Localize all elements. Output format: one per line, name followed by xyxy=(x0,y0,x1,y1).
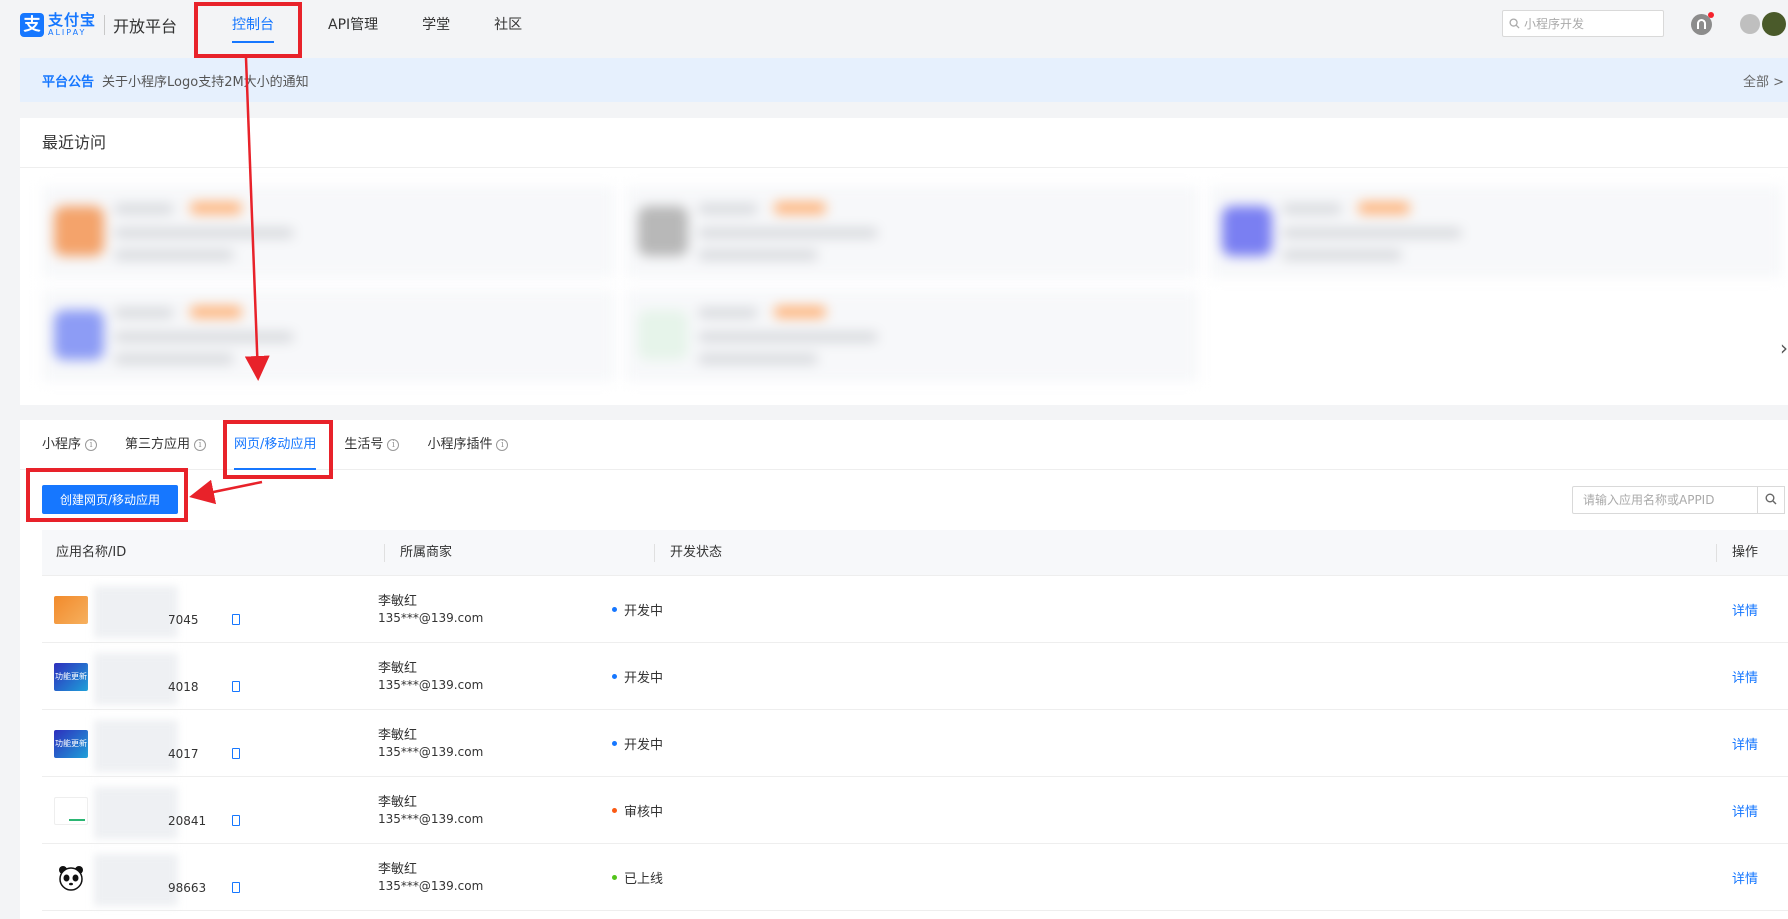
table-row: 7045 李敏红 135***@139.com 开发中 详情 xyxy=(42,576,1788,643)
recent-card[interactable] xyxy=(626,186,1198,278)
bell-icon[interactable] xyxy=(1691,12,1714,35)
annotation-box-console xyxy=(194,2,302,58)
status-badge: 审核中 xyxy=(612,801,663,820)
copy-icon[interactable] xyxy=(232,748,240,759)
nav-item-api[interactable]: API管理 xyxy=(306,0,400,50)
logo-divider xyxy=(104,15,106,35)
info-icon[interactable]: i xyxy=(85,439,98,451)
col-merchant: 所属商家 xyxy=(400,545,453,560)
detail-link[interactable]: 详情 xyxy=(1732,734,1758,753)
app-thumbnail xyxy=(54,797,88,825)
app-thumbnail xyxy=(54,596,88,624)
app-name-blurred xyxy=(94,787,178,839)
user-avatar[interactable] xyxy=(1762,12,1786,36)
recent-card[interactable] xyxy=(626,290,1198,382)
annotation-box-web-tab xyxy=(223,420,333,479)
merchant-email: 135***@139.com xyxy=(378,611,484,625)
status-badge: 开发中 xyxy=(612,600,663,619)
recent-card[interactable] xyxy=(42,290,614,382)
copy-icon[interactable] xyxy=(232,614,240,625)
info-icon[interactable]: i xyxy=(496,439,509,451)
account-switch-icon[interactable] xyxy=(1740,14,1760,34)
table-row: 功能更新 4018 李敏红 135***@139.com 开发中 详情 xyxy=(42,643,1788,710)
app-search-button[interactable] xyxy=(1757,486,1785,514)
recent-card[interactable] xyxy=(1210,186,1782,278)
detail-link[interactable]: 详情 xyxy=(1732,600,1758,619)
table-row: 98663 李敏红 135***@139.com 已上线 详情 xyxy=(42,844,1788,911)
info-icon[interactable]: i xyxy=(194,439,207,451)
app-id: 4018 xyxy=(168,680,199,694)
search-icon xyxy=(1765,493,1777,504)
platform-name: 开放平台 xyxy=(113,17,178,36)
annotation-box-create-button xyxy=(26,468,188,522)
recent-card[interactable] xyxy=(42,186,614,278)
logo-english-text: ALIPAY xyxy=(48,28,87,37)
status-badge: 开发中 xyxy=(612,734,663,753)
app-search-input[interactable] xyxy=(1572,486,1758,514)
merchant-name: 李敏红 xyxy=(378,594,418,609)
global-search[interactable] xyxy=(1502,10,1664,37)
col-status: 开发状态 xyxy=(670,545,723,560)
recent-visits: 最近访问 › xyxy=(20,118,1788,405)
notice-label: 平台公告 xyxy=(42,74,95,90)
app-thumbnail: 功能更新 xyxy=(54,730,88,758)
nav-item-community[interactable]: 社区 xyxy=(472,0,544,50)
app-name-blurred xyxy=(94,720,178,772)
nav-item-academy[interactable]: 学堂 xyxy=(400,0,472,50)
merchant-name: 李敏红 xyxy=(378,795,418,810)
merchant-name: 李敏红 xyxy=(378,862,418,877)
copy-icon[interactable] xyxy=(232,815,240,826)
table-row: 功能更新 4017 李敏红 135***@139.com 开发中 详情 xyxy=(42,710,1788,777)
chevron-right-icon[interactable]: › xyxy=(1780,336,1788,360)
app-list-panel: 小程序 i 第三方应用 i 网页/移动应用 生活号 i 小程序插件 i 创建网页/移动应… xyxy=(20,420,1788,919)
alipay-logo[interactable]: 支 支付宝 ALIPAY 开放平台 xyxy=(20,13,177,37)
logo-chinese-text: 支付宝 xyxy=(48,11,97,29)
table-header: 应用名称/ID 所属商家 开发状态 操作 xyxy=(42,530,1788,576)
tab-miniprogram-plugin[interactable]: 小程序插件 i xyxy=(427,420,509,470)
merchant-email: 135***@139.com xyxy=(378,678,484,692)
app-id: 4017 xyxy=(168,747,199,761)
detail-link[interactable]: 详情 xyxy=(1732,801,1758,820)
app-id: 98663 xyxy=(168,881,207,895)
status-badge: 已上线 xyxy=(612,868,663,887)
panda-icon xyxy=(54,864,88,892)
app-name-blurred xyxy=(94,586,178,638)
merchant-name: 李敏红 xyxy=(378,728,418,743)
app-name-blurred xyxy=(94,854,178,906)
status-badge: 开发中 xyxy=(612,667,663,686)
copy-icon[interactable] xyxy=(232,681,240,692)
tab-third-party-app[interactable]: 第三方应用 i xyxy=(125,420,207,470)
platform-notice: 平台公告 关于小程序Logo支持2M大小的通知 全部 > xyxy=(20,58,1788,102)
app-name-blurred xyxy=(94,653,178,705)
alipay-logo-icon: 支 xyxy=(20,13,44,37)
global-search-input[interactable] xyxy=(1524,16,1654,31)
merchant-email: 135***@139.com xyxy=(378,812,484,826)
app-id: 20841 xyxy=(168,814,207,828)
recent-title: 最近访问 xyxy=(20,118,1788,168)
merchant-name: 李敏红 xyxy=(378,661,418,676)
notification-dot xyxy=(1708,12,1714,18)
copy-icon[interactable] xyxy=(232,882,240,893)
col-app-name: 应用名称/ID xyxy=(56,545,127,560)
merchant-email: 135***@139.com xyxy=(378,879,484,893)
notice-all-link[interactable]: 全部 > xyxy=(1743,71,1784,90)
tab-miniprogram[interactable]: 小程序 i xyxy=(42,420,98,470)
app-thumbnail: 功能更新 xyxy=(54,663,88,691)
table-row: 20841 李敏红 135***@139.com 审核中 详情 xyxy=(42,777,1788,844)
tab-life-account[interactable]: 生活号 i xyxy=(344,420,400,470)
app-id: 7045 xyxy=(168,613,199,627)
col-action: 操作 xyxy=(1732,545,1759,560)
detail-link[interactable]: 详情 xyxy=(1732,868,1758,887)
merchant-email: 135***@139.com xyxy=(378,745,484,759)
detail-link[interactable]: 详情 xyxy=(1732,667,1758,686)
notice-text[interactable]: 关于小程序Logo支持2M大小的通知 xyxy=(102,71,309,90)
info-icon[interactable]: i xyxy=(387,439,400,451)
search-icon xyxy=(1509,18,1520,29)
